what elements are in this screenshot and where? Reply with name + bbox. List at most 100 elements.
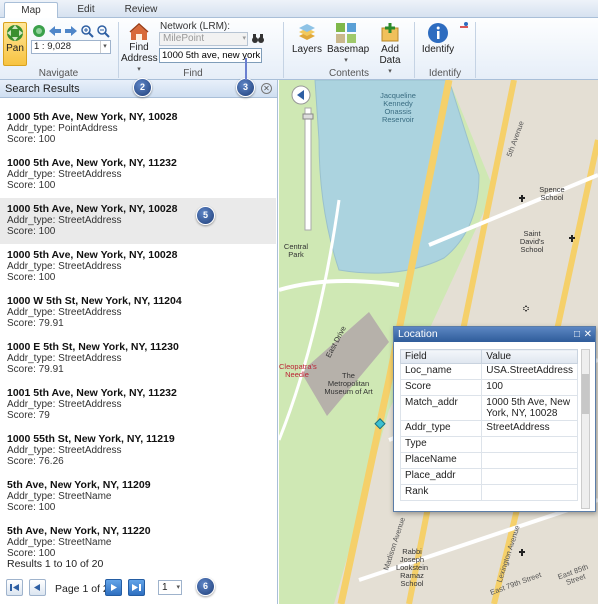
result-title: 1000 55th St, New York, NY, 11219 xyxy=(7,433,175,445)
result-item[interactable]: 1000 5th Ave, New York, NY, 10028 Addr_ty… xyxy=(0,244,276,290)
zoom-in-icon[interactable] xyxy=(81,25,94,38)
result-item[interactable]: 1001 5th Ave, New York, NY, 11232 Addr_ty… xyxy=(0,382,276,428)
result-item[interactable]: 1000 5th Ave, New York, NY, 10028 Addr_ty… xyxy=(0,106,276,152)
basemap-button[interactable]: Basemap ▾ xyxy=(327,22,369,66)
previous-page-button[interactable] xyxy=(29,579,46,596)
attribute-field: Match_addr xyxy=(399,395,483,421)
callout-connector xyxy=(245,58,247,80)
spence-school-label: Spence School xyxy=(539,185,565,202)
last-page-button[interactable] xyxy=(128,579,145,596)
result-addr-type: Addr_type: StreetAddress xyxy=(7,399,122,410)
tab-review[interactable]: Review xyxy=(118,2,164,18)
location-popup[interactable]: Location □ ✕ Field Value Loc_name USA.Str… xyxy=(393,326,596,512)
attribute-row: PlaceName xyxy=(399,452,578,469)
ribbon-divider xyxy=(475,22,476,78)
identify-label: Identify xyxy=(421,44,455,55)
result-score: Score: 100 xyxy=(7,272,56,283)
result-item[interactable]: 5th Ave, New York, NY, 11209 Addr_type: S… xyxy=(0,474,276,520)
zoom-slider-handle[interactable] xyxy=(302,113,314,120)
layers-button[interactable]: Layers xyxy=(292,22,322,55)
page-select-value: 1 xyxy=(162,582,168,593)
pager: Page 1 of 2 1 ▾ xyxy=(0,575,276,603)
attribute-value: StreetAddress xyxy=(481,420,578,437)
value-column-header: Value xyxy=(481,349,578,364)
add-data-icon xyxy=(381,23,399,42)
result-title: 1000 5th Ave, New York, NY, 11232 xyxy=(7,157,177,169)
tab-map[interactable]: Map xyxy=(4,2,58,19)
popup-scrollbar[interactable] xyxy=(581,349,590,509)
pan-icon xyxy=(7,25,23,41)
result-item[interactable]: 1000 W 5th St, New York, NY, 11204 Addr_t… xyxy=(0,290,276,336)
add-data-label: Add Data xyxy=(379,44,401,66)
layers-label: Layers xyxy=(292,44,323,55)
last-page-icon xyxy=(132,584,141,591)
result-addr-type: Addr_type: StreetAddress xyxy=(7,261,122,272)
result-item[interactable]: 1000 5th Ave, New York, NY, 11232 Addr_ty… xyxy=(0,152,276,198)
result-addr-type: Addr_type: StreetName xyxy=(7,537,112,548)
result-item[interactable]: 1000 E 5th St, New York, NY, 11230 Addr_t… xyxy=(0,336,276,382)
result-title: 1000 E 5th St, New York, NY, 11230 xyxy=(7,341,179,353)
attribute-row: Match_addr 1000 5th Ave, New York, NY, 10… xyxy=(399,395,578,421)
attribute-field: Addr_type xyxy=(399,420,483,437)
saint-davids-label: Saint David's School xyxy=(519,229,545,254)
first-page-button[interactable] xyxy=(6,579,23,596)
chevron-down-icon: ▾ xyxy=(100,41,109,53)
scrollbar-thumb[interactable] xyxy=(582,374,589,414)
pan-button[interactable]: Pan xyxy=(3,22,27,66)
result-score: Score: 79.91 xyxy=(7,364,64,375)
attribute-value: 100 xyxy=(481,379,578,396)
close-icon[interactable]: ✕ xyxy=(261,83,272,94)
next-page-button[interactable] xyxy=(105,579,122,596)
attribute-field: Place_addr xyxy=(399,468,483,485)
attribute-value: USA.StreetAddress xyxy=(481,363,578,380)
chevron-down-icon: ▾ xyxy=(242,35,246,42)
location-popup-header: Location □ ✕ xyxy=(394,327,595,342)
callout-badge: 5 xyxy=(196,206,215,225)
forward-arrow-icon[interactable] xyxy=(65,26,77,36)
clear-identify-icon[interactable] xyxy=(458,21,470,33)
callout-badge: 2 xyxy=(133,78,152,97)
location-popup-title: Location xyxy=(398,328,438,340)
attribute-value xyxy=(481,436,578,453)
info-icon xyxy=(428,23,448,43)
result-item[interactable]: 1000 5th Ave, New York, NY, 10028 Addr_ty… xyxy=(0,198,276,244)
callout-badge: 3 xyxy=(236,78,255,97)
search-results-title: Search Results xyxy=(5,83,80,95)
zoom-out-icon[interactable] xyxy=(97,25,110,38)
globe-icon[interactable] xyxy=(33,25,45,37)
scale-select[interactable]: 1 : 9,028 ▾ xyxy=(31,40,111,54)
identify-group-label: Identify xyxy=(428,68,462,79)
attributes-table: Field Value Loc_name USA.StreetAddress Sco… xyxy=(399,349,578,501)
result-title: 1000 5th Ave, New York, NY, 10028 xyxy=(7,111,178,123)
page-select[interactable]: 1 ▾ xyxy=(158,580,182,595)
binoculars-icon[interactable] xyxy=(251,32,265,44)
attribute-field: Score xyxy=(399,379,483,396)
result-addr-type: Addr_type: StreetAddress xyxy=(7,307,122,318)
result-item[interactable]: 1000 55th St, New York, NY, 11219 Addr_ty… xyxy=(0,428,276,474)
tab-edit[interactable]: Edit xyxy=(66,2,106,18)
result-score: Score: 79.91 xyxy=(7,318,64,329)
result-title: 1000 5th Ave, New York, NY, 10028 xyxy=(7,249,178,261)
lrm-method-select[interactable]: MilePoint ▾ xyxy=(159,32,248,46)
callout-badge: 6 xyxy=(196,577,215,596)
attribute-row: Type xyxy=(399,436,578,453)
navigate-group-label: Navigate xyxy=(38,68,79,79)
close-icon[interactable]: ✕ xyxy=(584,327,592,342)
attribute-row: Addr_type StreetAddress xyxy=(399,420,578,437)
result-addr-type: Addr_type: StreetAddress xyxy=(7,353,122,364)
result-score: Score: 100 xyxy=(7,226,56,237)
back-arrow-icon[interactable] xyxy=(49,26,61,36)
attribute-field: Loc_name xyxy=(399,363,483,380)
identify-button[interactable]: Identify xyxy=(420,22,456,55)
find-address-icon xyxy=(129,22,149,40)
ribbon: Pan 1 : 9,028 ▾ Navigate Find Address ▾ … xyxy=(0,18,598,80)
zoom-slider[interactable] xyxy=(304,107,312,231)
attribute-row: Score 100 xyxy=(399,379,578,396)
ramaz-school-label: Rabbi Joseph Lookstein Ramaz School xyxy=(395,547,429,588)
attribute-row: Place_addr xyxy=(399,468,578,485)
result-score: Score: 79 xyxy=(7,410,50,421)
page-indicator: Page 1 of 2 xyxy=(55,583,109,595)
ribbon-tab-bar: Map Edit Review xyxy=(0,0,598,19)
result-title: 5th Ave, New York, NY, 11220 xyxy=(7,525,151,537)
maximize-icon[interactable]: □ xyxy=(574,327,580,342)
